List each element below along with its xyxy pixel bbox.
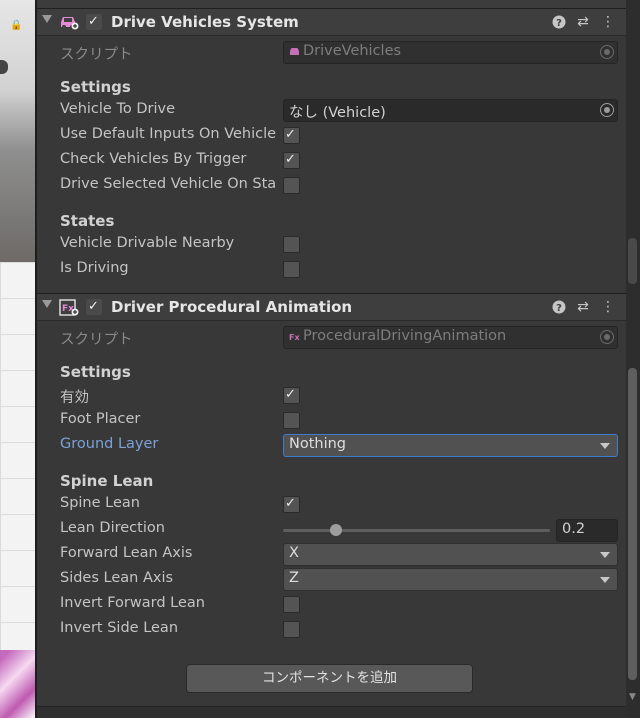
scene-sky — [0, 0, 36, 262]
vehicle-to-drive-field[interactable]: なし (Vehicle) — [283, 99, 618, 122]
preset-icon[interactable]: ⇄ — [575, 298, 591, 316]
component-title: Drive Vehicles System — [111, 13, 299, 31]
component-header-driver-animation[interactable]: Fx ✓ Driver Procedural Animation ? ⇄ ⋮ — [37, 293, 626, 321]
lean-direction-label: Lean Direction — [60, 520, 165, 536]
inspector-footer — [37, 706, 626, 718]
ground-layer-value: Nothing — [289, 436, 347, 452]
scroll-down-icon[interactable]: ▼ — [629, 692, 636, 702]
fx-icon: Fx — [59, 299, 79, 316]
vehicle-script-icon — [290, 48, 299, 55]
checkmark-icon: ✓ — [285, 152, 296, 167]
script-label: スクリプト — [60, 47, 133, 63]
foot-placer-label: Foot Placer — [60, 411, 141, 427]
check-by-trigger-label: Check Vehicles By Trigger — [60, 151, 247, 167]
sides-axis-value: Z — [289, 570, 299, 586]
drivable-nearby-checkbox[interactable] — [283, 236, 300, 253]
object-picker-icon[interactable] — [600, 330, 614, 344]
script-value: DriveVehicles — [303, 43, 402, 59]
scrollbar-thumb[interactable] — [628, 368, 637, 680]
scrollbar-marker — [628, 238, 637, 284]
svg-text:Fx: Fx — [289, 333, 300, 341]
is-driving-checkbox[interactable] — [283, 261, 300, 278]
vehicle-to-drive-label: Vehicle To Drive — [60, 101, 175, 117]
settings-header: Settings — [60, 78, 131, 96]
object-picker-icon[interactable] — [600, 103, 614, 117]
more-options-icon[interactable]: ⋮ — [600, 298, 616, 316]
forward-axis-label: Forward Lean Axis — [60, 545, 193, 561]
svg-text:?: ? — [556, 18, 562, 29]
spine-lean-label: Spine Lean — [60, 495, 140, 511]
chevron-down-icon — [600, 443, 610, 449]
scene-view-strip[interactable]: 🔒 — [0, 0, 36, 718]
chevron-down-icon — [600, 552, 610, 558]
script-label: スクリプト — [60, 332, 133, 348]
fold-arrow-icon[interactable] — [42, 15, 52, 23]
use-default-inputs-label: Use Default Inputs On Vehicle — [60, 126, 277, 142]
component-header-drive-vehicles[interactable]: ✓ Drive Vehicles System ? ⇄ ⋮ — [37, 8, 626, 36]
help-icon[interactable]: ? — [551, 13, 567, 31]
preset-icon[interactable]: ⇄ — [575, 13, 591, 31]
is-driving-label: Is Driving — [60, 260, 129, 276]
drivable-nearby-label: Vehicle Drivable Nearby — [60, 235, 235, 251]
check-by-trigger-checkbox[interactable]: ✓ — [283, 152, 300, 169]
foot-placer-checkbox[interactable] — [283, 412, 300, 429]
enabled-label: 有効 — [60, 390, 89, 406]
fold-arrow-icon[interactable] — [42, 300, 52, 308]
lean-direction-input[interactable]: 0.2 — [556, 519, 618, 542]
help-icon[interactable]: ? — [551, 298, 567, 316]
lean-direction-value: 0.2 — [562, 521, 586, 537]
more-options-icon[interactable]: ⋮ — [600, 13, 616, 31]
ground-layer-dropdown[interactable]: Nothing — [283, 434, 618, 457]
script-field[interactable]: DriveVehicles — [283, 41, 618, 64]
forward-axis-dropdown[interactable]: X — [283, 543, 618, 566]
fx-script-icon: Fx — [289, 333, 300, 341]
component-enabled-checkbox[interactable]: ✓ — [86, 299, 102, 315]
script-value: ProceduralDrivingAnimation — [303, 328, 507, 344]
use-default-inputs-checkbox[interactable]: ✓ — [283, 127, 300, 144]
states-header: States — [60, 212, 115, 230]
inspector-panel: ✓ Drive Vehicles System ? ⇄ ⋮ スクリプト Driv… — [37, 0, 626, 718]
settings-header: Settings — [60, 363, 131, 381]
drive-selected-label: Drive Selected Vehicle On Sta — [60, 176, 277, 192]
component-title: Driver Procedural Animation — [111, 298, 353, 316]
component-enabled-checkbox[interactable]: ✓ — [86, 14, 102, 30]
lean-direction-slider-track[interactable] — [283, 529, 550, 532]
enabled-checkbox[interactable]: ✓ — [283, 387, 300, 404]
vehicle-icon — [61, 17, 79, 30]
checkmark-icon: ✓ — [285, 387, 296, 402]
invert-forward-label: Invert Forward Lean — [60, 595, 205, 611]
sides-axis-dropdown[interactable]: Z — [283, 568, 618, 591]
scene-character-model — [0, 650, 36, 718]
inspector-scrollbar[interactable]: ▼ — [626, 0, 640, 718]
invert-side-label: Invert Side Lean — [60, 620, 179, 636]
lean-direction-slider-thumb[interactable] — [330, 524, 343, 536]
vehicle-to-drive-value: なし (Vehicle) — [289, 105, 386, 121]
spine-lean-header: Spine Lean — [60, 472, 154, 490]
invert-side-checkbox[interactable] — [283, 621, 300, 638]
script-field[interactable]: Fx ProceduralDrivingAnimation — [283, 326, 618, 349]
checkmark-icon: ✓ — [285, 127, 296, 142]
spine-lean-checkbox[interactable]: ✓ — [283, 496, 300, 513]
drive-selected-checkbox[interactable] — [283, 177, 300, 194]
checkmark-icon: ✓ — [285, 496, 296, 511]
forward-axis-value: X — [289, 545, 299, 561]
invert-forward-checkbox[interactable] — [283, 596, 300, 613]
svg-text:?: ? — [556, 303, 562, 314]
checkmark-icon: ✓ — [88, 14, 99, 29]
lock-icon[interactable]: 🔒 — [10, 20, 22, 31]
add-component-button[interactable]: コンポーネントを追加 — [186, 664, 473, 693]
ground-layer-label: Ground Layer — [60, 436, 159, 452]
sides-axis-label: Sides Lean Axis — [60, 570, 174, 586]
chevron-down-icon — [600, 577, 610, 583]
checkmark-icon: ✓ — [88, 299, 99, 314]
object-picker-icon[interactable] — [600, 45, 614, 59]
